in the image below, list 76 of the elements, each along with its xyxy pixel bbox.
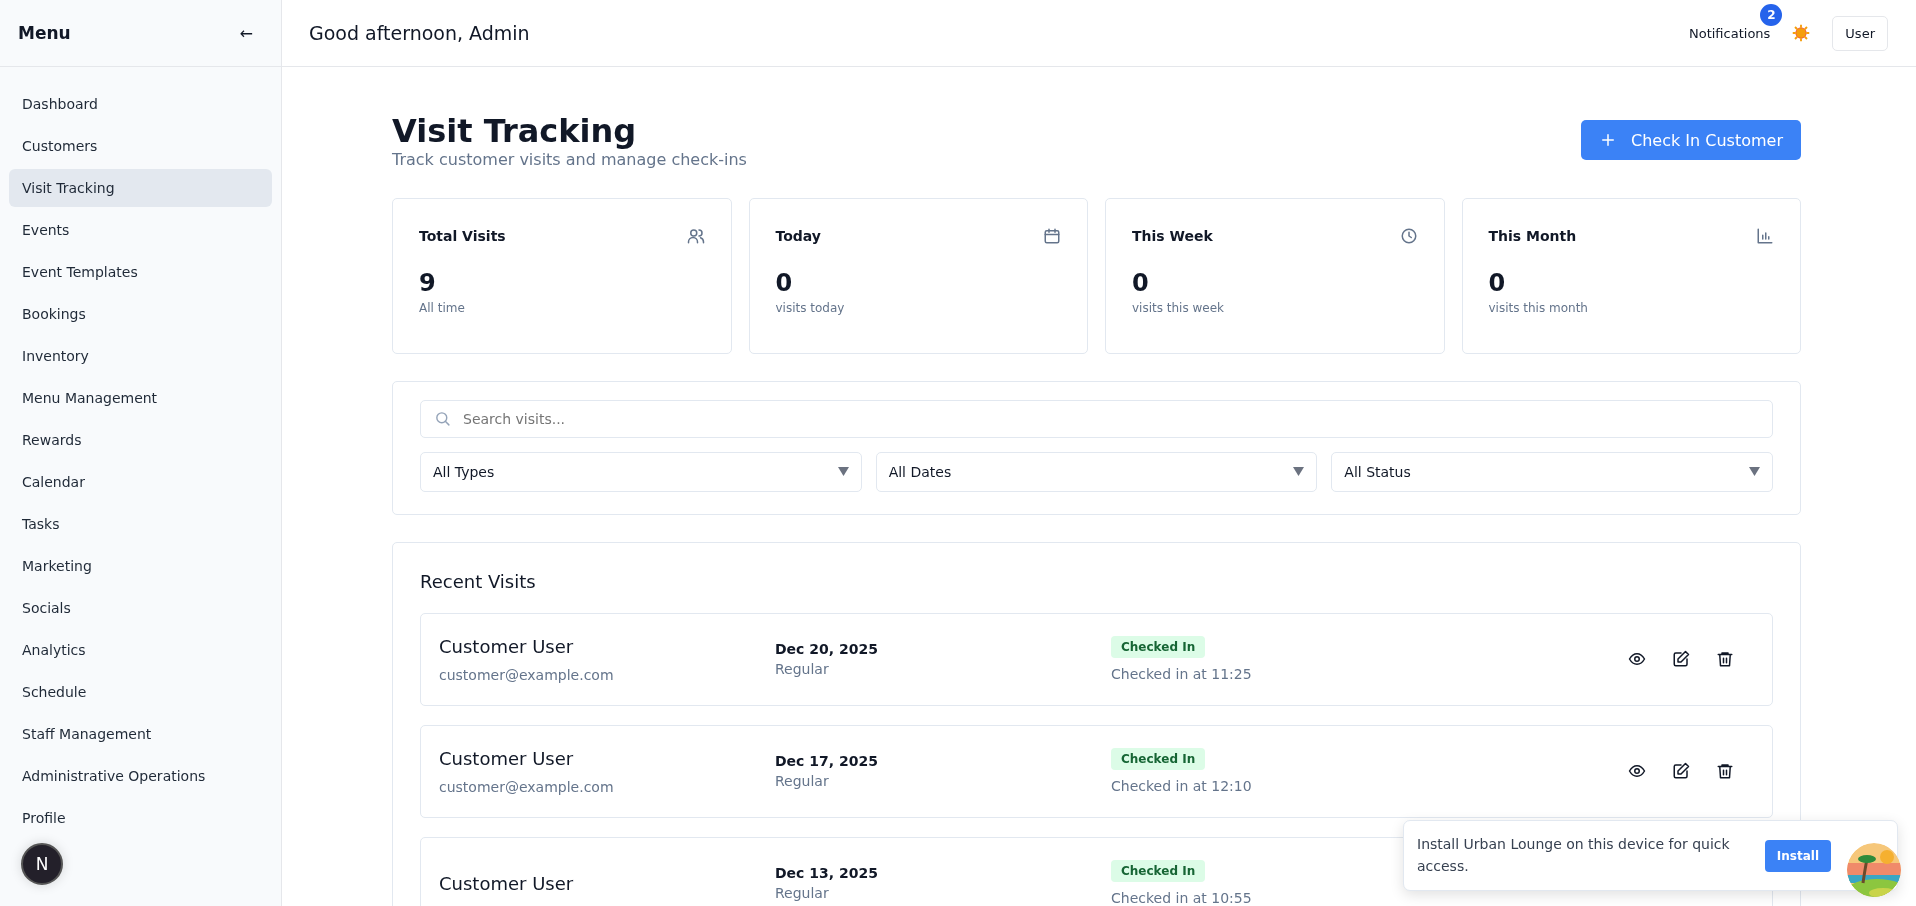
sun-icon[interactable]	[1792, 24, 1811, 42]
edit-icon	[1672, 762, 1690, 781]
stat-caption: All time	[419, 300, 466, 315]
stat-value: 0	[1132, 268, 1150, 297]
trash-icon	[1716, 650, 1734, 669]
stat-caption: visits this week	[1132, 300, 1226, 315]
dev-tools-button[interactable]: N	[21, 843, 63, 885]
sidebar-item[interactable]: Marketing	[9, 547, 272, 585]
check-in-time: Checked in at 12:10	[1111, 778, 1252, 795]
sidebar-item[interactable]: Staff Management	[9, 715, 272, 753]
user-button[interactable]: User	[1832, 15, 1888, 51]
status-badge: Checked In	[1111, 636, 1206, 659]
sidebar-item[interactable]: Tasks	[9, 505, 272, 543]
visit-date: Dec 20, 2025	[775, 641, 879, 658]
customer-name: Customer User	[439, 872, 575, 894]
sidebar-item[interactable]: Schedule	[9, 673, 272, 711]
page-title: Visit Tracking	[392, 113, 638, 150]
install-message: Install Urban Lounge on this device for quick access.	[1417, 834, 1731, 876]
sidebar-item[interactable]: Administrative Operations	[9, 757, 272, 795]
filter-dropdown[interactable]: All Dates	[875, 451, 1318, 492]
check-in-time: Checked in at 10:55	[1111, 890, 1252, 906]
sidebar-item[interactable]: Profile	[9, 799, 272, 837]
search-icon	[434, 409, 451, 427]
sidebar-item[interactable]: Customers	[9, 127, 272, 165]
stat-value: 0	[775, 268, 794, 297]
page-subtitle: Track customer visits and manage check-ins	[392, 149, 747, 169]
sidebar-item[interactable]: Inventory	[9, 337, 272, 375]
visit-date: Dec 13, 2025	[775, 865, 879, 882]
sidebar-item[interactable]: Dashboard	[9, 85, 272, 123]
stat-title: This Week	[1132, 227, 1213, 244]
sidebar-item[interactable]: Rewards	[9, 421, 272, 459]
edit-icon	[1672, 650, 1690, 669]
visit-type: Regular	[775, 885, 830, 902]
stat-title: Today	[775, 227, 821, 244]
clock-icon	[1399, 226, 1418, 245]
check-in-time: Checked in at 11:25	[1111, 666, 1252, 683]
collapse-button[interactable]: ←	[239, 23, 253, 43]
sidebar-item[interactable]: Calendar	[9, 463, 272, 501]
visit-type: Regular	[775, 661, 830, 678]
stat-caption: visits this month	[1488, 300, 1589, 315]
stat-caption: visits today	[775, 300, 846, 315]
check-in-button[interactable]: Check In Customer	[1581, 120, 1801, 160]
users-icon	[686, 226, 705, 245]
sidebar-item[interactable]: Analytics	[9, 631, 272, 669]
filter-dropdown[interactable]: All Types	[420, 451, 862, 492]
dropdown-arrow-icon	[837, 467, 849, 477]
search-field[interactable]: Search visits...	[420, 399, 1773, 438]
greeting: Good afternoon, Admin	[309, 22, 530, 44]
filter-dropdown[interactable]: All Status	[1331, 451, 1773, 492]
customer-email: customer@example.com	[439, 666, 615, 683]
stat-title: Total Visits	[419, 227, 506, 244]
install-button[interactable]: Install	[1764, 839, 1831, 872]
sidebar-item[interactable]: Events	[9, 211, 272, 249]
sidebar-title: Menu	[18, 23, 71, 43]
section-title: Recent Visits	[420, 570, 537, 592]
trash-icon	[1716, 762, 1734, 781]
dropdown-arrow-icon	[1293, 467, 1305, 477]
bar-chart-icon	[1756, 226, 1774, 245]
stat-title: This Month	[1488, 227, 1577, 244]
sidebar-item[interactable]: Menu Management	[9, 379, 272, 417]
customer-name: Customer User	[439, 747, 575, 769]
sidebar-item[interactable]: Visit Tracking	[9, 169, 272, 207]
sidebar-item[interactable]: Event Templates	[9, 253, 272, 291]
calendar-icon	[1043, 226, 1061, 245]
stat-value: 9	[419, 268, 437, 297]
visit-date: Dec 17, 2025	[775, 753, 879, 770]
status-badge: Checked In	[1111, 860, 1206, 883]
notification-count: 2	[1760, 3, 1783, 26]
visit-type: Regular	[775, 773, 830, 790]
customer-email: customer@example.com	[439, 778, 615, 795]
status-badge: Checked In	[1111, 748, 1206, 771]
sidebar-item[interactable]: Socials	[9, 589, 272, 627]
stat-value: 0	[1488, 268, 1507, 297]
dropdown-arrow-icon	[1749, 467, 1760, 477]
customer-name: Customer User	[439, 635, 575, 657]
sidebar-item[interactable]: Bookings	[9, 295, 272, 333]
